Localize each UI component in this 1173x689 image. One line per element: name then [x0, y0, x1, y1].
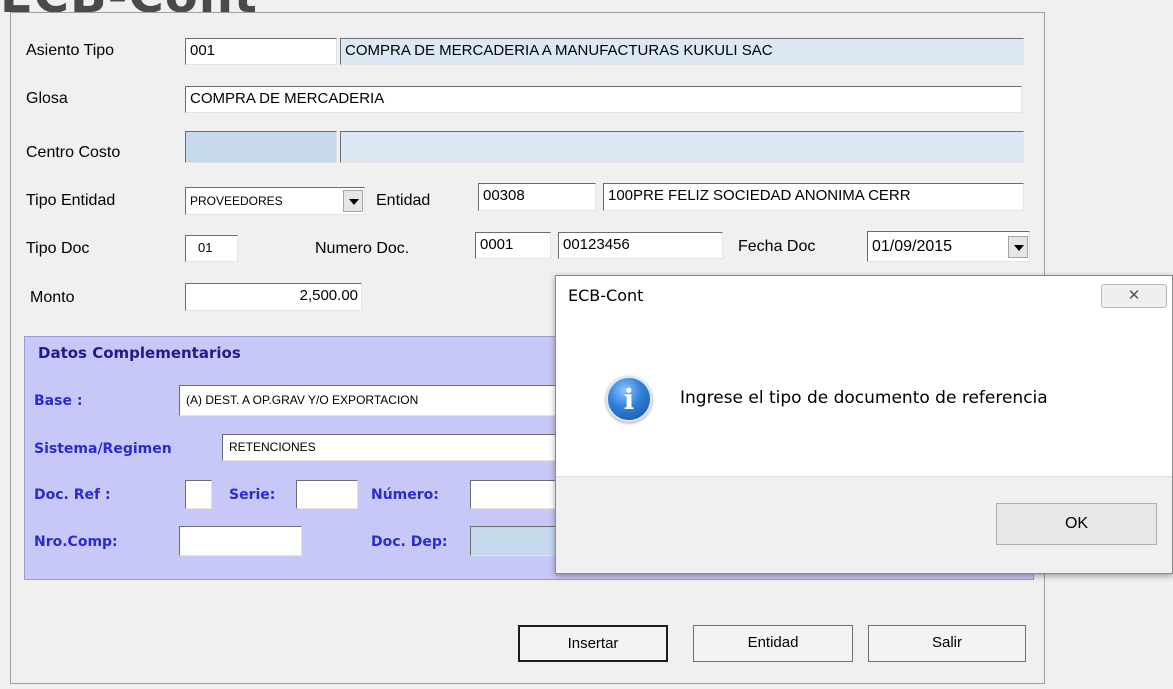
ok-button[interactable]: OK [996, 503, 1157, 545]
doc-ref-field[interactable] [185, 480, 212, 509]
chevron-down-icon[interactable] [343, 190, 363, 212]
dialog-message: Ingrese el tipo de documento de referenc… [680, 388, 1048, 408]
doc-dep-field[interactable] [470, 526, 557, 556]
entidad-label: Entidad [376, 192, 431, 209]
centro-costo-desc-field [340, 131, 1024, 163]
asiento-tipo-code-field[interactable]: 001 [185, 38, 337, 65]
info-icon: i [606, 376, 652, 422]
numero-label: Número: [371, 487, 439, 503]
asiento-tipo-label: Asiento Tipo [26, 42, 115, 59]
base-label: Base : [34, 393, 83, 409]
salir-button[interactable]: Salir [868, 625, 1026, 662]
insertar-button[interactable]: Insertar [518, 625, 668, 662]
tipo-entidad-label: Tipo Entidad [26, 192, 116, 209]
nro-comp-field[interactable] [179, 526, 302, 556]
base-field[interactable]: (A) DEST. A OP.GRAV Y/O EXPORTACION [179, 385, 557, 416]
entidad-button[interactable]: Entidad [693, 625, 853, 662]
dialog-titlebar[interactable] [556, 276, 1172, 318]
doc-dep-label: Doc. Dep: [371, 534, 448, 550]
chevron-down-icon[interactable] [1008, 236, 1028, 258]
monto-label: Monto [30, 289, 75, 306]
centro-costo-label: Centro Costo [26, 144, 121, 161]
entidad-name-field: 100PRE FELIZ SOCIEDAD ANONIMA CERR [603, 183, 1024, 211]
tipo-doc-field[interactable]: 01 [185, 235, 238, 262]
sistema-regimen-label: Sistema/Regimen [34, 441, 172, 457]
centro-costo-code-field[interactable] [185, 131, 337, 163]
asiento-tipo-desc-field: COMPRA DE MERCADERIA A MANUFACTURAS KUKU… [340, 38, 1024, 65]
numero-doc-label: Numero Doc. [315, 240, 410, 257]
serie-label: Serie: [229, 487, 276, 503]
nro-comp-label: Nro.Comp: [34, 534, 118, 550]
dialog-title: ECB-Cont [568, 286, 644, 305]
tipo-doc-label: Tipo Doc [26, 240, 90, 257]
fecha-doc-label: Fecha Doc [738, 238, 816, 255]
fecha-doc-picker[interactable]: 01/09/2015 [867, 231, 1030, 262]
datos-complementarios-title: Datos Complementarios [34, 344, 245, 362]
monto-field[interactable]: 2,500.00 [185, 283, 362, 311]
dialog-close-button[interactable]: ✕ [1101, 284, 1167, 308]
doc-ref-label: Doc. Ref : [34, 487, 111, 503]
tipo-entidad-value: PROVEEDORES [190, 194, 283, 208]
sistema-regimen-field[interactable]: RETENCIONES [222, 434, 557, 461]
entidad-code-field[interactable]: 00308 [478, 183, 596, 211]
numero-doc-numero-field[interactable]: 00123456 [558, 232, 723, 259]
numero-field[interactable] [470, 480, 557, 509]
serie-field[interactable] [296, 480, 358, 509]
close-icon: ✕ [1127, 287, 1141, 304]
glosa-field[interactable]: COMPRA DE MERCADERIA [185, 86, 1022, 113]
glosa-label: Glosa [26, 90, 68, 107]
fecha-doc-value: 01/09/2015 [872, 238, 953, 255]
tipo-entidad-select[interactable]: PROVEEDORES [185, 187, 365, 215]
message-dialog: ECB-Cont ✕ i Ingrese el tipo de document… [555, 275, 1173, 574]
numero-doc-serie-field[interactable]: 0001 [475, 232, 551, 259]
